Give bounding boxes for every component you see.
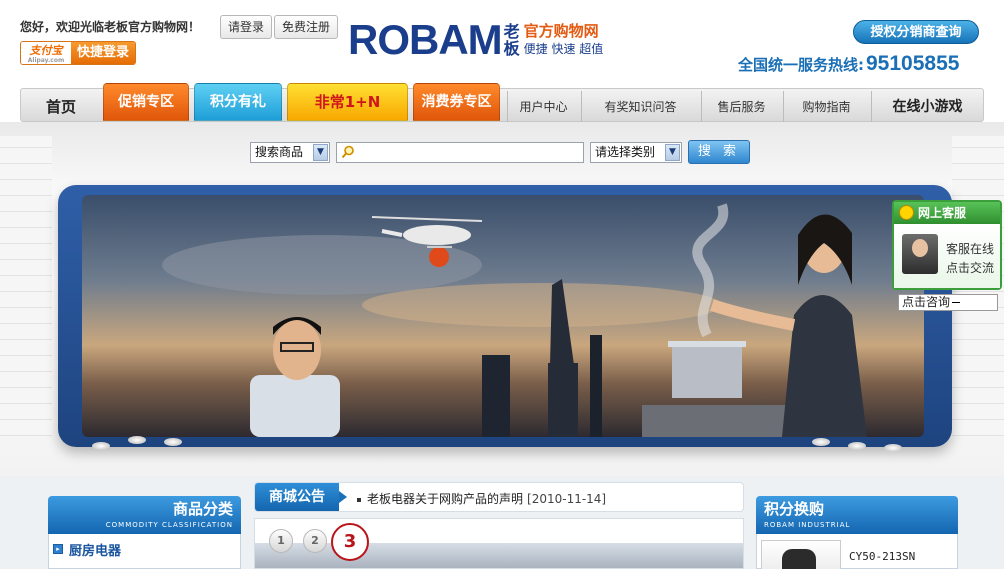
bullet-icon — [357, 497, 361, 502]
online-service-widget[interactable]: 网上客服 客服在线 点击交流 — [892, 200, 1002, 290]
welcome-text: 您好，欢迎光临老板官方购物网！ — [20, 20, 201, 34]
expand-icon: ▸ — [53, 544, 63, 554]
alipay-quick-label: 快捷登录 — [71, 42, 135, 64]
product-slider[interactable]: 1 2 3 — [254, 518, 744, 569]
hotline-label: 全国统一服务热线: — [738, 56, 864, 74]
alipay-logo: 支付宝 Alipay.com — [21, 42, 71, 64]
smiley-icon — [899, 205, 914, 220]
category-panel: ▸ 厨房电器 — [48, 534, 241, 569]
consult-label: 点击咨询 — [902, 295, 951, 309]
search-kind-select[interactable]: 搜索商品 ▼ — [250, 141, 330, 163]
category-select-value: 请选择类别 — [595, 144, 656, 159]
alipay-logo-text: 支付宝 — [29, 44, 63, 57]
search-button[interactable]: 搜 索 — [688, 140, 750, 164]
points-subtitle: ROBAM INDUSTRIAL — [764, 521, 851, 529]
points-panel-header: 积分换购 ROBAM INDUSTRIAL — [756, 496, 958, 534]
woman-figure — [710, 214, 867, 437]
search-icon — [341, 145, 354, 158]
logo-mark: ROBAM — [348, 16, 503, 63]
logo-slogan: 便捷 快速 超值 — [523, 42, 604, 56]
category-item-label: 厨房电器 — [69, 543, 122, 559]
logo-cn: 老 板 — [504, 23, 520, 57]
product-model[interactable]: CY50-213SN — [849, 550, 915, 563]
notice-link[interactable]: 老板电器关于网购产品的声明 [2010-11-14] — [357, 490, 606, 507]
man-figure — [250, 317, 340, 437]
nav-online-games[interactable]: 在线小游戏 — [871, 91, 983, 123]
search-input[interactable] — [359, 143, 581, 161]
search-bar: 搜索商品 ▼ 请选择类别 ▼ 搜 索 — [250, 140, 750, 164]
category-subtitle: COMMODITY CLASSIFICATION — [105, 521, 233, 529]
nav-shopping-guide[interactable]: 购物指南 — [783, 91, 869, 123]
nav-quiz[interactable]: 有奖知识问答 — [581, 91, 699, 123]
online-service-body: 客服在线 点击交流 — [894, 224, 1000, 288]
nav-special[interactable]: 非常1+N — [287, 83, 408, 121]
notice-title: 老板电器关于网购产品的声明 — [367, 492, 524, 506]
alipay-quick-login-button[interactable]: 支付宝 Alipay.com 快捷登录 — [20, 41, 136, 65]
logo-cn-bottom: 板 — [503, 39, 520, 58]
main-nav: 首页 促销专区 积分有礼 非常1+N 消费券专区 用户中心 有奖知识问答 售后服… — [20, 83, 984, 123]
search-kind-value: 搜索商品 — [255, 144, 304, 159]
nav-user-center[interactable]: 用户中心 — [507, 91, 579, 123]
nav-home[interactable]: 首页 — [21, 91, 101, 123]
register-button[interactable]: 免费注册 — [274, 15, 339, 39]
logo-title: 官方购物网 — [523, 22, 599, 40]
promo-banner[interactable] — [82, 195, 924, 437]
search-input-box[interactable] — [336, 141, 584, 163]
nav-points[interactable]: 积分有礼 — [194, 83, 282, 121]
agent-avatar — [902, 234, 938, 274]
category-select[interactable]: 请选择类别 ▼ — [590, 141, 682, 163]
nav-coupon[interactable]: 消费券专区 — [413, 83, 500, 121]
service-chat-link[interactable]: 点击交流 — [946, 259, 994, 276]
header: 您好，欢迎光临老板官方购物网！ 请登录 免费注册 支付宝 Alipay.com … — [0, 0, 1004, 88]
notice-tag: 商城公告 — [255, 483, 347, 511]
slider-page-1[interactable]: 1 — [269, 529, 293, 553]
online-service-title: 网上客服 — [894, 202, 1000, 224]
stage-lights-right — [812, 438, 912, 454]
banner-image — [162, 203, 867, 437]
category-item-kitchen[interactable]: ▸ 厨房电器 — [53, 539, 121, 559]
alipay-logo-sub: Alipay.com — [27, 57, 65, 64]
nav-after-sales[interactable]: 售后服务 — [701, 91, 781, 123]
hotline-number: 95105855 — [866, 52, 960, 75]
logo-cn-top: 老 — [503, 22, 520, 41]
online-service-title-text: 网上客服 — [918, 206, 967, 220]
service-online-text: 客服在线 — [946, 242, 995, 256]
points-panel: CY50-213SN — [756, 534, 958, 569]
login-button[interactable]: 请登录 — [220, 15, 273, 39]
consult-button[interactable]: 点击咨询 — [898, 294, 998, 311]
nav-promo[interactable]: 促销专区 — [103, 83, 189, 121]
slider-page-2[interactable]: 2 — [303, 529, 327, 553]
slider-page-3-active[interactable]: 3 — [331, 523, 369, 561]
slider-image — [255, 543, 743, 568]
product-thumbnail[interactable] — [761, 540, 841, 569]
category-title: 商品分类 — [172, 500, 233, 518]
robam-logo[interactable]: ROBAM 老 板 官方购物网 便捷 快速 超值 — [348, 18, 603, 62]
logo-text: 官方购物网 便捷 快速 超值 — [524, 22, 604, 58]
points-title: 积分换购 — [764, 500, 825, 518]
cursor-mark — [952, 302, 961, 303]
authorized-dealer-query-button[interactable]: 授权分销商查询 — [853, 20, 979, 44]
stage-wall-left — [0, 136, 52, 436]
chevron-down-icon: ▼ — [665, 143, 680, 161]
service-hotline: 全国统一服务热线:95105855 — [738, 52, 959, 76]
stage-lights-left — [92, 436, 192, 454]
notice-date: [2010-11-14] — [527, 492, 607, 506]
chevron-down-icon: ▼ — [313, 143, 328, 161]
mall-notice: 商城公告 老板电器关于网购产品的声明 [2010-11-14] — [254, 482, 744, 512]
category-panel-header: 商品分类 COMMODITY CLASSIFICATION — [48, 496, 241, 534]
